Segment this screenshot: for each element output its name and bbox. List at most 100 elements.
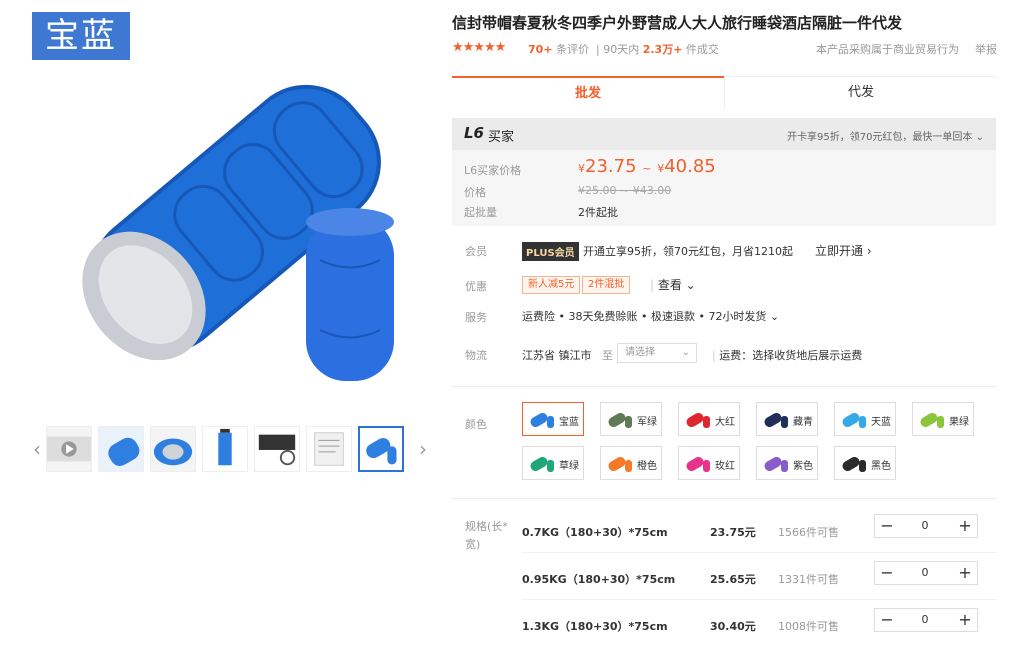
color-option[interactable]: 藏青 [756, 402, 818, 436]
row-divider [522, 599, 996, 600]
original-price-label: 价格 [464, 186, 486, 199]
coupon-mixed-batch[interactable]: 2件混批 [582, 276, 631, 294]
divider [452, 386, 996, 387]
color-option-label: 橙色 [637, 461, 657, 472]
spec-row: 1.3KG（180+30）*75cm30.40元1008件可售−+ [452, 604, 996, 650]
spec-price: 30.40元 [710, 620, 756, 633]
thumbnail-1[interactable] [98, 426, 144, 472]
color-option[interactable]: 黑色 [834, 446, 896, 480]
spec-stock: 1008件可售 [778, 620, 839, 633]
sleeping-bag-swatch-icon [764, 457, 788, 472]
color-option-label: 玫红 [715, 461, 735, 472]
color-option[interactable]: 果绿 [912, 402, 974, 436]
buyer-level: L6 [464, 124, 484, 142]
thumbnail-3[interactable] [202, 426, 248, 472]
trade-note: 本产品采购属于商业贸易行为 [816, 43, 959, 56]
thumbnail-2[interactable] [150, 426, 196, 472]
tab-dropship[interactable]: 代发 [724, 76, 997, 109]
color-option-label: 大红 [715, 417, 735, 428]
sleeping-bag-swatch-icon [686, 457, 710, 472]
moq-label: 起批量 [464, 206, 497, 219]
member-promo-link[interactable]: 开卡享95折，领70元红包，最快一单回本 ⌄ [787, 128, 984, 143]
thumbnail-video[interactable] [46, 426, 92, 472]
buyer-label: 买家 [488, 130, 515, 145]
divider [452, 498, 996, 499]
increase-quantity-button[interactable]: + [953, 562, 977, 584]
thumbnail-5[interactable] [306, 426, 352, 472]
color-option[interactable]: 军绿 [600, 402, 662, 436]
sleeping-bag-swatch-icon [842, 413, 866, 428]
member-label: 会员 [465, 245, 487, 258]
open-membership-link[interactable]: 立即开通 › [815, 242, 872, 259]
color-option[interactable]: 玫红 [678, 446, 740, 480]
spec-stock: 1566件可售 [778, 526, 839, 539]
spec-name: 0.7KG（180+30）*75cm [522, 526, 668, 539]
chevron-left-icon[interactable]: ‹ [30, 432, 44, 466]
rating-row: ★★★★★ 70+ 条评价 | 90天内 2.3万+ 件成交 本产品采购属于商业… [452, 40, 997, 58]
ship-from: 江苏省 镇江市 [522, 349, 592, 362]
color-option[interactable]: 宝蓝 [522, 402, 584, 436]
color-option-label: 紫色 [793, 461, 813, 472]
thumbnail-6[interactable] [358, 426, 404, 472]
shipping-fee-note: | 运费：选择收货地后展示运费 [712, 349, 863, 362]
report-link[interactable]: 举报 [975, 41, 997, 57]
service-list[interactable]: 运费险 • 38天免费赊账 • 极速退款 • 72小时发货 ⌄ [522, 308, 779, 324]
color-option[interactable]: 橙色 [600, 446, 662, 480]
color-tag: 宝蓝 [32, 12, 130, 60]
thumbnail-strip: ‹ › [30, 424, 430, 474]
sleeping-bag-swatch-icon [530, 413, 554, 428]
decrease-quantity-button[interactable]: − [875, 609, 899, 631]
discount-label: 优惠 [465, 280, 487, 293]
sleeping-bag-swatch-icon [764, 413, 788, 428]
color-option[interactable]: 大红 [678, 402, 740, 436]
sleeping-bag-swatch-icon [842, 457, 866, 472]
buyer-level-header: L6 买家 开卡享95折，领70元红包，最快一单回本 ⌄ [452, 118, 996, 150]
discount-view-more[interactable]: | 查看 ⌄ [650, 276, 696, 293]
tab-wholesale[interactable]: 批发 [452, 76, 724, 110]
color-option-label: 草绿 [559, 461, 579, 472]
thumbnail-4[interactable] [254, 426, 300, 472]
spec-name: 0.95KG（180+30）*75cm [522, 573, 676, 586]
color-option[interactable]: 天蓝 [834, 402, 896, 436]
row-divider [522, 552, 996, 553]
sleeping-bag-swatch-icon [530, 457, 554, 472]
chevron-down-icon: ⌄ [681, 347, 690, 358]
increase-quantity-button[interactable]: + [953, 515, 977, 537]
quantity-input[interactable] [905, 517, 945, 533]
coupon-new-user[interactable]: 新人减5元 [522, 276, 581, 294]
ship-to-label: 至 [602, 349, 613, 362]
quantity-stepper: −+ [874, 561, 978, 585]
sleeping-bag-swatch-icon [608, 413, 632, 428]
color-option-label: 果绿 [949, 417, 969, 428]
region-select[interactable]: 请选择 ⌄ [617, 343, 697, 363]
logistics-label: 物流 [465, 349, 487, 362]
quantity-stepper: −+ [874, 608, 978, 632]
color-option[interactable]: 紫色 [756, 446, 818, 480]
decrease-quantity-button[interactable]: − [875, 515, 899, 537]
color-option-label: 藏青 [793, 417, 813, 428]
sleeping-bag-swatch-icon [686, 413, 710, 428]
color-option-label: 军绿 [637, 417, 657, 428]
sales-count: | 90天内 2.3万+ 件成交 [596, 43, 719, 56]
price-box: L6 买家 开卡享95折，领70元红包，最快一单回本 ⌄ L6买家价格 ¥23.… [452, 118, 996, 226]
review-count[interactable]: 70+ 条评价 [528, 41, 589, 57]
color-option-label: 黑色 [871, 461, 891, 472]
quantity-input[interactable] [905, 564, 945, 580]
plus-member-badge: PLUS会员 [522, 242, 579, 261]
sleeping-bag-swatch-icon [608, 457, 632, 472]
member-price: ¥23.75 ~ ¥40.85 [578, 156, 716, 177]
product-title: 信封带帽春夏秋冬四季户外野营成人大人旅行睡袋酒店隔脏一件代发 [452, 14, 903, 32]
member-price-label: L6买家价格 [464, 164, 522, 177]
product-main-image [82, 84, 394, 381]
increase-quantity-button[interactable]: + [953, 609, 977, 631]
quantity-input[interactable] [905, 611, 945, 627]
spec-price: 23.75元 [710, 526, 756, 539]
spec-row: 0.7KG（180+30）*75cm 23.75元 1566件可售 − + [452, 510, 996, 556]
chevron-right-icon[interactable]: › [416, 432, 430, 466]
purchase-mode-tabs: 批发 代发 [452, 76, 997, 110]
color-option-label: 天蓝 [871, 417, 891, 428]
color-option[interactable]: 草绿 [522, 446, 584, 480]
spec-stock: 1331件可售 [778, 573, 839, 586]
decrease-quantity-button[interactable]: − [875, 562, 899, 584]
plus-member-text: 开通立享95折，领70元红包，月省1210起 [583, 245, 793, 258]
